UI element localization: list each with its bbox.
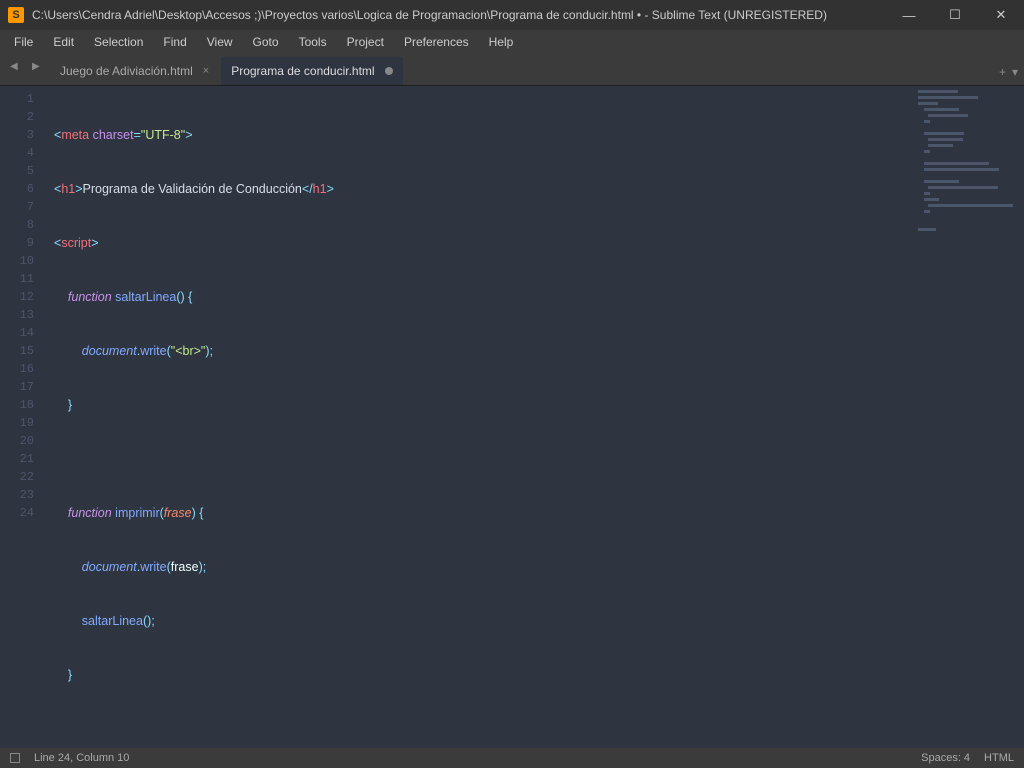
panel-toggle-icon[interactable] bbox=[10, 753, 20, 763]
tab-label: Programa de conducir.html bbox=[231, 64, 374, 78]
tab-label: Juego de Adiviación.html bbox=[60, 64, 193, 78]
menu-help[interactable]: Help bbox=[479, 35, 524, 49]
minimap[interactable] bbox=[914, 90, 1024, 210]
tab-close-icon[interactable]: × bbox=[203, 65, 209, 77]
tab-bar: ◀ ▶ Juego de Adiviación.html × Programa … bbox=[0, 54, 1024, 86]
tab-nav-back-icon[interactable]: ◀ bbox=[10, 61, 26, 77]
tab-active[interactable]: Programa de conducir.html bbox=[221, 57, 402, 85]
maximize-button[interactable]: ☐ bbox=[932, 0, 978, 30]
line-number-gutter: 123456789101112131415161718192021222324 bbox=[0, 86, 46, 748]
menu-goto[interactable]: Goto bbox=[243, 35, 289, 49]
tab-nav-forward-icon[interactable]: ▶ bbox=[32, 61, 48, 77]
minimize-button[interactable]: — bbox=[886, 0, 932, 30]
menu-view[interactable]: View bbox=[197, 35, 243, 49]
code-area[interactable]: <meta charset="UTF-8"> <h1>Programa de V… bbox=[46, 86, 1024, 748]
tab-inactive[interactable]: Juego de Adiviación.html × bbox=[50, 57, 219, 85]
menu-bar: File Edit Selection Find View Goto Tools… bbox=[0, 30, 1024, 54]
menu-selection[interactable]: Selection bbox=[84, 35, 153, 49]
menu-find[interactable]: Find bbox=[153, 35, 196, 49]
tab-new-icon[interactable]: + bbox=[999, 65, 1006, 79]
window-title: C:\Users\Cendra Adriel\Desktop\Accesos ;… bbox=[32, 8, 886, 22]
close-button[interactable]: ✕ bbox=[978, 0, 1024, 30]
menu-project[interactable]: Project bbox=[337, 35, 394, 49]
menu-preferences[interactable]: Preferences bbox=[394, 35, 479, 49]
menu-file[interactable]: File bbox=[4, 35, 43, 49]
title-bar: S C:\Users\Cendra Adriel\Desktop\Accesos… bbox=[0, 0, 1024, 30]
editor-area[interactable]: 123456789101112131415161718192021222324 … bbox=[0, 86, 1024, 748]
menu-tools[interactable]: Tools bbox=[289, 35, 337, 49]
tab-dirty-icon bbox=[385, 67, 393, 75]
tab-menu-icon[interactable]: ▾ bbox=[1012, 65, 1018, 79]
menu-edit[interactable]: Edit bbox=[43, 35, 84, 49]
app-logo-icon: S bbox=[8, 7, 24, 23]
